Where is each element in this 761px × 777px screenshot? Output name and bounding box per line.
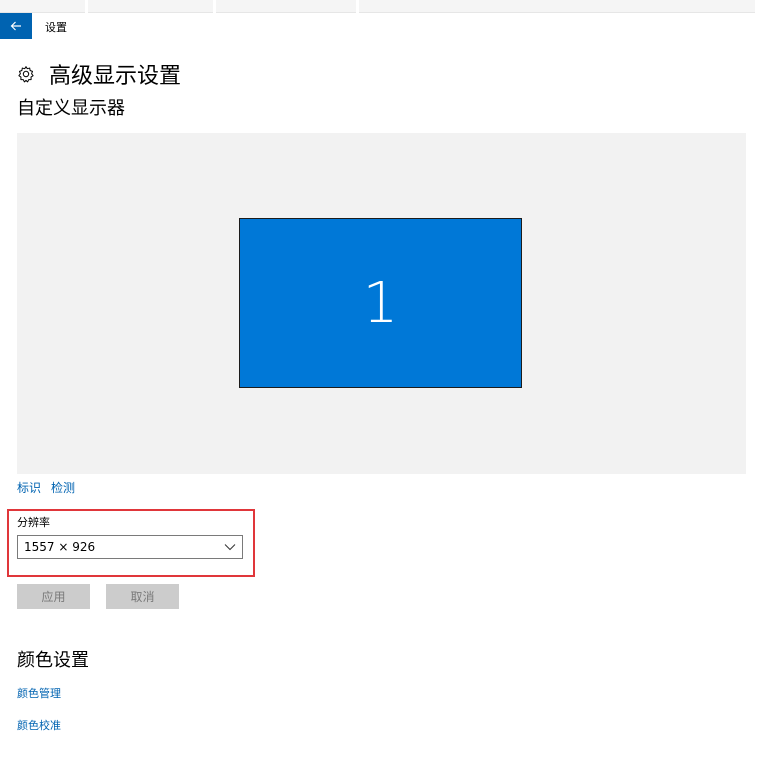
- color-management-link[interactable]: 颜色管理: [17, 685, 61, 701]
- page-title: 高级显示设置: [49, 64, 182, 89]
- apply-button[interactable]: 应用: [17, 584, 90, 609]
- monitor-1[interactable]: 1: [239, 218, 522, 388]
- taskbar-segment: [359, 0, 755, 13]
- chevron-down-icon: [224, 544, 236, 551]
- window-title: 设置: [45, 21, 67, 34]
- top-strip: [0, 0, 761, 13]
- identify-detect-links: 标识 检测: [17, 479, 75, 496]
- gear-icon: [18, 66, 34, 83]
- color-calibration-link[interactable]: 颜色校准: [17, 717, 61, 733]
- display-arrangement-canvas[interactable]: 1: [17, 133, 746, 474]
- taskbar-segment: [216, 0, 356, 13]
- customize-display-title: 自定义显示器: [17, 98, 125, 119]
- taskbar-segment: [88, 0, 213, 13]
- page-header: 高级显示设置: [17, 58, 181, 90]
- title-bar: 设置: [0, 13, 761, 39]
- detect-link[interactable]: 检测: [51, 479, 75, 496]
- cancel-button[interactable]: 取消: [106, 584, 179, 609]
- resolution-dropdown[interactable]: 1557 × 926: [17, 535, 243, 559]
- monitor-number: 1: [362, 270, 399, 336]
- color-settings-title: 颜色设置: [17, 650, 89, 671]
- resolution-value: 1557 × 926: [24, 540, 96, 554]
- back-arrow-icon: [10, 21, 21, 31]
- taskbar-segment: [0, 0, 85, 13]
- back-button[interactable]: [0, 13, 32, 39]
- resolution-label: 分辨率: [17, 516, 50, 529]
- resolution-highlight-box: 分辨率 1557 × 926: [7, 509, 255, 577]
- identify-link[interactable]: 标识: [17, 479, 41, 496]
